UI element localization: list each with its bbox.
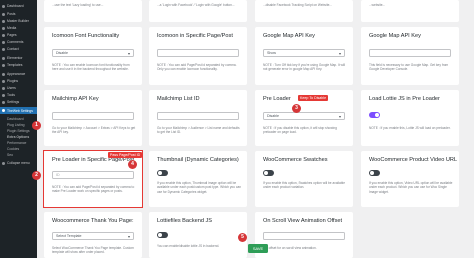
sidebar-item-theweb-settings[interactable]: TheWeb Settings: [0, 107, 37, 114]
sidebar-item-tools[interactable]: Tools: [0, 92, 37, 98]
sidebar-item-users[interactable]: Users: [0, 85, 37, 91]
step-marker-5: 5: [238, 233, 247, 242]
sidebar-item-templates[interactable]: Templates: [0, 62, 37, 68]
pre-loader-select[interactable]: Disable: [263, 112, 345, 120]
sidebar-item-master-builder[interactable]: Master Builder: [0, 18, 37, 24]
card-pre-loader: Pre Loader Keep To Disable Disable NOTE …: [255, 90, 353, 146]
mailchimp-key-input[interactable]: [52, 112, 134, 120]
step-marker-3: 3: [292, 104, 301, 113]
step-marker-4: 4: [128, 160, 137, 169]
hint-badge: Pass Page/Post ID: [108, 152, 143, 158]
settings-card: ...disable Facebook Tracking Script on W…: [255, 0, 353, 22]
page-icon: [2, 33, 5, 37]
card-title: Pre Loader: [263, 96, 291, 102]
lottie-backend-toggle[interactable]: [157, 232, 168, 238]
dashboard-icon: [2, 4, 5, 8]
sidebar-item-plugins[interactable]: Plugins: [0, 78, 37, 84]
card-scroll-animation: On Scroll View Animation Offset Set offs…: [255, 212, 353, 258]
collapse-icon: [2, 161, 5, 165]
builder-icon: [2, 19, 5, 23]
sidebar-item-dashboard[interactable]: Dashboard: [0, 3, 37, 9]
gear-icon: [2, 109, 5, 112]
card-title: WooCommerce Product Video URL: [369, 157, 458, 163]
card-title: Icomoon in Specific Page/Post: [157, 33, 233, 39]
wrench-icon: [2, 93, 5, 97]
card-google-map-key-2: Google Map API Key This field is necessa…: [361, 27, 459, 85]
save-button[interactable]: SAVE: [248, 244, 268, 253]
lottie-toggle[interactable]: [369, 112, 380, 118]
card-title: Woocommerce Thank You Page:: [52, 218, 134, 224]
google-map-select[interactable]: Show: [263, 49, 345, 57]
scroll-offset-input[interactable]: [263, 232, 345, 240]
hint-badge: Keep To Disable: [298, 95, 329, 101]
card-lottie-backend: Lottiefiles Backend JS You can enable/di…: [149, 212, 247, 258]
woo-video-toggle[interactable]: [369, 170, 380, 176]
pin-icon: [2, 12, 5, 16]
settings-card: ...website...: [361, 0, 459, 22]
google-map-key-input[interactable]: [369, 49, 451, 57]
card-woo-video: WooCommerce Product Video URL If you ena…: [361, 151, 459, 207]
step-marker-1: 1: [32, 121, 41, 130]
card-lottie-preloader: Load Lottie JS in Pre Loader NOTE : If y…: [361, 90, 459, 146]
card-title: Lottiefiles Backend JS: [157, 218, 213, 224]
card-title: Google Map API Key: [369, 33, 421, 39]
card-title: Google Map API Key: [263, 33, 315, 39]
user-icon: [2, 86, 5, 90]
highlight-box: [43, 150, 143, 208]
step-marker-2: 2: [32, 171, 41, 180]
sidebar-item-contact[interactable]: Contact: [0, 46, 37, 52]
elementor-icon: [2, 56, 5, 60]
card-woo-thankyou: Woocommerce Thank You Page: Select Templ…: [44, 212, 142, 258]
sidebar-item-appearance[interactable]: Appearance: [0, 71, 37, 77]
mail-icon: [2, 47, 5, 51]
admin-sidebar: Dashboard Posts Master Builder Media Pag…: [0, 0, 37, 258]
sidebar-subitem-seo[interactable]: Seo: [0, 152, 37, 158]
card-mailchimp-key: Mailchimp API Key Go to your Mailchimp >…: [44, 90, 142, 146]
card-title: Mailchimp List ID: [157, 96, 200, 102]
settings-card: ...use the text 'Lazy loading' to use...: [44, 0, 142, 22]
card-title: Icomoon Font Functionality: [52, 33, 120, 39]
card-icomoon-font: Icomoon Font Functionality Disable NOTE …: [44, 27, 142, 85]
media-icon: [2, 26, 5, 30]
card-google-map-key: Google Map API Key Show NOTE : Turn Off …: [255, 27, 353, 85]
card-icomoon-page: Icomoon in Specific Page/Post NOTE : You…: [149, 27, 247, 85]
thumbnail-toggle[interactable]: [157, 170, 168, 176]
card-title: Mailchimp API Key: [52, 96, 99, 102]
sidebar-item-elementor[interactable]: Elementor: [0, 55, 37, 61]
card-mailchimp-list: Mailchimp List ID Go to your Mailchimp >…: [149, 90, 247, 146]
sidebar-item-settings[interactable]: Settings: [0, 99, 37, 105]
card-thumbnail: Thumbnail (Dynamic Categories) If you en…: [149, 151, 247, 207]
comment-icon: [2, 40, 5, 44]
sidebar-item-media[interactable]: Media: [0, 25, 37, 31]
card-title: Thumbnail (Dynamic Categories): [157, 157, 239, 163]
sidebar-item-pages[interactable]: Pages: [0, 32, 37, 38]
woo-swatches-toggle[interactable]: [263, 170, 274, 176]
folder-icon: [2, 63, 5, 67]
settings-icon: [2, 100, 5, 104]
card-title: Load Lottie JS in Pre Loader: [369, 96, 440, 102]
card-woo-swatches: WooCommerce Swatches If you enable this …: [255, 151, 353, 207]
icomoon-select[interactable]: Disable: [52, 49, 134, 57]
card-title: WooCommerce Swatches: [263, 157, 328, 163]
thankyou-template-select[interactable]: Select Template: [52, 232, 134, 240]
plugin-icon: [2, 79, 5, 83]
brush-icon: [2, 72, 5, 76]
settings-card: ...a 'Login with Facebook' / 'Login with…: [149, 0, 247, 22]
mailchimp-list-input[interactable]: [157, 112, 239, 120]
card-title: On Scroll View Animation Offset: [263, 218, 343, 224]
sidebar-item-posts[interactable]: Posts: [0, 11, 37, 17]
sidebar-collapse-menu[interactable]: Collapse menu: [0, 160, 37, 166]
sidebar-item-comments[interactable]: Comments: [0, 39, 37, 45]
icomoon-page-input[interactable]: [157, 49, 239, 57]
